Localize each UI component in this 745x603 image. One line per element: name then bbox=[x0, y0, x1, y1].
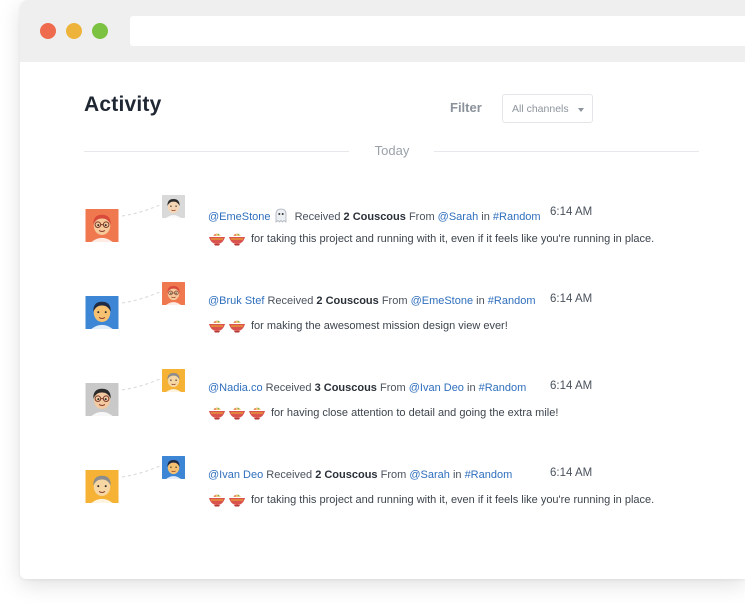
activity-message: for making the awesomest mission design … bbox=[208, 317, 508, 333]
activity-message: for taking this project and running with… bbox=[208, 230, 654, 246]
activity-message: for taking this project and running with… bbox=[208, 491, 654, 507]
sender-link[interactable]: @Ivan Deo bbox=[409, 382, 464, 394]
recipient-avatar[interactable] bbox=[84, 383, 120, 416]
channel-link[interactable]: #Random bbox=[493, 211, 541, 223]
activity-summary: @Ivan Deo Received 2 Couscous From @Sara… bbox=[208, 469, 512, 481]
message-text: for making the awesomest mission design … bbox=[251, 320, 508, 332]
recipient-avatar[interactable] bbox=[84, 296, 120, 329]
couscous-icon bbox=[249, 407, 265, 420]
couscous-icon bbox=[229, 494, 245, 507]
couscous-icon bbox=[209, 494, 225, 507]
connector-line bbox=[122, 290, 162, 304]
recipient-avatar[interactable] bbox=[84, 209, 120, 242]
in-text: in bbox=[452, 469, 462, 481]
couscous-amount: 3 Couscous bbox=[314, 382, 377, 394]
couscous-icon bbox=[229, 320, 245, 333]
connector-line bbox=[122, 203, 162, 217]
couscous-amount: 2 Couscous bbox=[315, 469, 378, 481]
couscous-amount: 2 Couscous bbox=[343, 211, 406, 223]
in-text: in bbox=[467, 382, 476, 394]
activity-item: @Ivan Deo Received 2 Couscous From @Sara… bbox=[20, 448, 745, 508]
channel-filter-value: All channels bbox=[512, 103, 569, 115]
page-title: Activity bbox=[84, 93, 162, 116]
activity-summary: @Nadia.co Received 3 Couscous From @Ivan… bbox=[208, 382, 526, 394]
couscous-icon bbox=[209, 407, 225, 420]
activity-time: 6:14 AM bbox=[550, 293, 593, 305]
divider-right bbox=[434, 151, 699, 152]
activity-item: @Bruk Stef Received 2 Couscous From @Eme… bbox=[20, 274, 745, 334]
chevron-down-icon bbox=[578, 108, 584, 112]
message-text: for having close attention to detail and… bbox=[271, 407, 559, 419]
channel-link[interactable]: #Random bbox=[479, 382, 527, 394]
activity-time: 6:14 AM bbox=[550, 206, 593, 218]
from-text: From bbox=[408, 211, 435, 223]
received-text: Received bbox=[266, 469, 313, 481]
message-text: for taking this project and running with… bbox=[251, 233, 655, 245]
divider-left bbox=[84, 151, 349, 152]
from-text: From bbox=[381, 295, 408, 307]
recipient-link[interactable]: @Ivan Deo bbox=[208, 469, 263, 481]
received-text: Received bbox=[265, 382, 312, 394]
ghost-icon bbox=[275, 208, 286, 223]
address-bar[interactable] bbox=[130, 16, 745, 46]
sender-link[interactable]: @Sarah bbox=[409, 469, 450, 481]
from-text: From bbox=[380, 382, 406, 394]
date-divider-label: Today bbox=[374, 143, 410, 158]
recipient-avatar[interactable] bbox=[84, 470, 120, 503]
received-text: Received bbox=[294, 211, 341, 223]
sender-avatar[interactable] bbox=[161, 456, 186, 479]
activity-item: @EmeStone Received 2 Couscous From @Sara… bbox=[20, 187, 745, 247]
sender-avatar[interactable] bbox=[161, 195, 186, 218]
activity-time: 6:14 AM bbox=[550, 380, 593, 392]
channel-filter-select[interactable]: All channels bbox=[502, 94, 593, 123]
activity-message: for having close attention to detail and… bbox=[208, 404, 558, 420]
activity-time: 6:14 AM bbox=[550, 467, 593, 479]
sender-avatar[interactable] bbox=[161, 282, 186, 305]
maximize-window-button[interactable] bbox=[92, 23, 108, 39]
activity-summary: @EmeStone Received 2 Couscous From @Sara… bbox=[208, 208, 541, 223]
couscous-icon bbox=[209, 320, 225, 333]
couscous-icon bbox=[229, 407, 245, 420]
recipient-link[interactable]: @Bruk Stef bbox=[208, 295, 264, 307]
minimize-window-button[interactable] bbox=[66, 23, 82, 39]
in-text: in bbox=[481, 211, 490, 223]
in-text: in bbox=[476, 295, 485, 307]
message-text: for taking this project and running with… bbox=[251, 494, 655, 506]
recipient-link[interactable]: @Nadia.co bbox=[208, 382, 263, 394]
sender-link[interactable]: @Sarah bbox=[438, 211, 479, 223]
recipient-link[interactable]: @EmeStone bbox=[208, 211, 271, 223]
couscous-icon bbox=[209, 233, 225, 246]
window-titlebar bbox=[20, 0, 745, 62]
received-text: Received bbox=[267, 295, 314, 307]
activity-summary: @Bruk Stef Received 2 Couscous From @Eme… bbox=[208, 295, 535, 307]
channel-link[interactable]: #Random bbox=[465, 469, 513, 481]
sender-avatar[interactable] bbox=[161, 369, 186, 392]
browser-window: Activity Filter All channels Today @EmeS… bbox=[20, 0, 745, 579]
connector-line bbox=[122, 464, 162, 478]
couscous-icon bbox=[229, 233, 245, 246]
couscous-amount: 2 Couscous bbox=[316, 295, 379, 307]
sender-link[interactable]: @EmeStone bbox=[411, 295, 474, 307]
filter-label: Filter bbox=[450, 100, 482, 115]
connector-line bbox=[122, 377, 162, 391]
from-text: From bbox=[380, 469, 407, 481]
activity-item: @Nadia.co Received 3 Couscous From @Ivan… bbox=[20, 361, 745, 421]
channel-link[interactable]: #Random bbox=[488, 295, 536, 307]
close-window-button[interactable] bbox=[40, 23, 56, 39]
